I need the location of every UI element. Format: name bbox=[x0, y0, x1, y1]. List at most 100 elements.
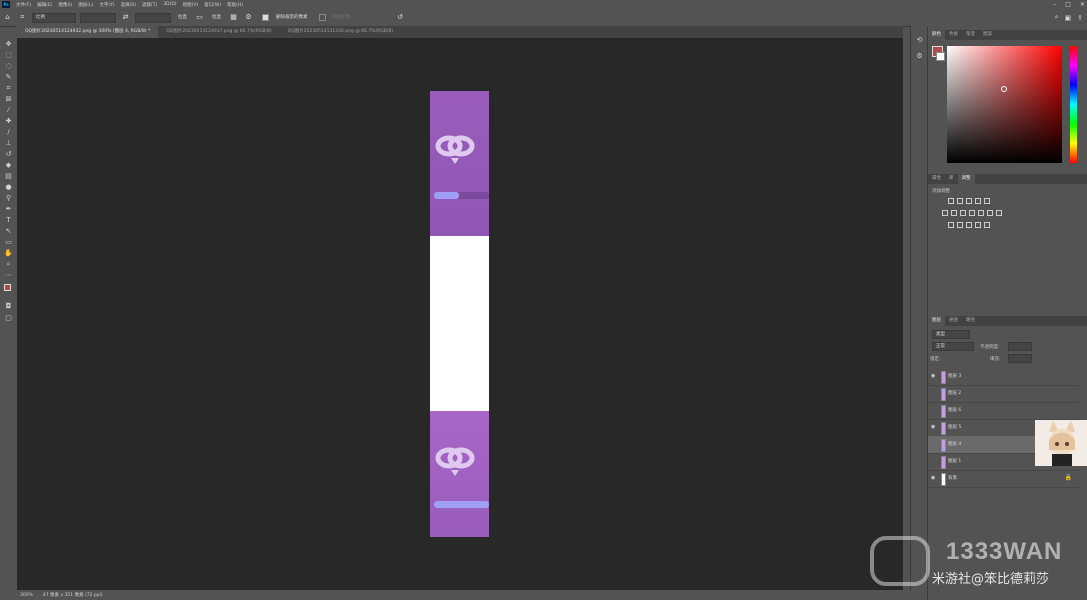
actions-panel-icon[interactable]: ⚙ bbox=[915, 52, 924, 61]
color-balance-icon[interactable] bbox=[951, 210, 957, 216]
menu-window[interactable]: 窗口(W) bbox=[201, 2, 224, 8]
path-select-tool-icon[interactable]: ↖ bbox=[4, 227, 13, 236]
type-tool-icon[interactable]: T bbox=[4, 216, 13, 225]
levels-icon[interactable] bbox=[957, 198, 963, 204]
document-canvas[interactable] bbox=[430, 91, 489, 537]
workspace-icon[interactable]: ▣ bbox=[1065, 14, 1072, 22]
clear-button[interactable]: 拉直 bbox=[175, 14, 190, 22]
tab-paths[interactable]: 路径 bbox=[962, 316, 979, 326]
maximize-icon[interactable]: □ bbox=[1065, 1, 1071, 8]
invert-icon[interactable] bbox=[996, 210, 1002, 216]
photo-filter-icon[interactable] bbox=[969, 210, 975, 216]
foreground-color-swatch[interactable] bbox=[4, 284, 11, 291]
exposure-icon[interactable] bbox=[975, 198, 981, 204]
history-brush-tool-icon[interactable]: ↺ bbox=[4, 150, 13, 159]
visibility-eye-icon[interactable]: ◉ bbox=[931, 424, 938, 430]
minimize-icon[interactable]: – bbox=[1053, 1, 1056, 8]
gear-icon[interactable]: ⚙ bbox=[244, 13, 253, 22]
visibility-eye-icon[interactable]: ◉ bbox=[931, 475, 938, 481]
quick-mask-icon[interactable]: ◘ bbox=[4, 302, 13, 311]
zoom-tool-icon[interactable]: ⌕ bbox=[4, 260, 13, 269]
hand-tool-icon[interactable]: ✋ bbox=[4, 249, 13, 258]
ratio-select[interactable]: 比例 bbox=[32, 12, 76, 23]
visibility-eye-icon[interactable]: ◉ bbox=[931, 373, 938, 379]
opacity-input[interactable] bbox=[1008, 342, 1032, 351]
tab-properties[interactable]: 属性 bbox=[928, 174, 945, 184]
tab-adjustments[interactable]: 调整 bbox=[957, 174, 975, 184]
blend-mode-select[interactable]: 正常 bbox=[932, 342, 974, 351]
tab-gradients[interactable]: 渐变 bbox=[962, 30, 979, 40]
shape-tool-icon[interactable]: ▭ bbox=[4, 238, 13, 247]
pen-tool-icon[interactable]: ✒ bbox=[4, 205, 13, 214]
quick-select-tool-icon[interactable]: ✎ bbox=[4, 73, 13, 82]
reset-icon[interactable]: ↺ bbox=[396, 13, 405, 22]
tab-libraries[interactable]: 库 bbox=[945, 174, 958, 184]
curves-icon[interactable] bbox=[966, 198, 972, 204]
close-icon[interactable]: ✕ bbox=[1080, 1, 1085, 8]
marquee-tool-icon[interactable]: ⬚ bbox=[4, 51, 13, 60]
tab-patterns[interactable]: 图案 bbox=[979, 30, 996, 40]
color-lookup-icon[interactable] bbox=[987, 210, 993, 216]
vibrance-icon[interactable] bbox=[984, 198, 990, 204]
tab-swatches[interactable]: 色板 bbox=[945, 30, 962, 40]
gradient-tool-icon[interactable]: ▤ bbox=[4, 172, 13, 181]
tab-color[interactable]: 颜色 bbox=[928, 30, 945, 40]
tab-document-3[interactable]: QQ图片20230514131336.png @ 66.7%(RGB/8) bbox=[279, 26, 402, 38]
width-input[interactable] bbox=[80, 12, 116, 23]
menu-view[interactable]: 视图(V) bbox=[180, 2, 202, 8]
zoom-level[interactable]: 300% bbox=[20, 593, 33, 598]
tab-document-1[interactable]: QQ图片20230514124932.png @ 300% (图层 4, RGB… bbox=[17, 26, 159, 38]
straighten-icon[interactable]: ▭ bbox=[195, 13, 204, 22]
posterize-icon[interactable] bbox=[948, 222, 954, 228]
canvas-area[interactable] bbox=[17, 38, 903, 590]
frame-tool-icon[interactable]: ⊠ bbox=[4, 95, 13, 104]
clone-stamp-tool-icon[interactable]: ⊥ bbox=[4, 139, 13, 148]
layer-row[interactable]: ◉ 背景 🔒 bbox=[928, 470, 1078, 488]
crop-tool-icon[interactable]: ⌗ bbox=[4, 84, 13, 93]
lasso-tool-icon[interactable]: ◌ bbox=[4, 62, 13, 71]
threshold-icon[interactable] bbox=[957, 222, 963, 228]
fill-input[interactable] bbox=[1008, 354, 1032, 363]
menu-layer[interactable]: 图层(L) bbox=[75, 2, 96, 8]
straighten-button[interactable]: 拉直 bbox=[209, 14, 224, 22]
share-icon[interactable]: ⇪ bbox=[1077, 14, 1083, 22]
dodge-tool-icon[interactable]: ⚲ bbox=[4, 194, 13, 203]
crop-tool-preset-icon[interactable]: ⌗ bbox=[18, 13, 27, 22]
channel-mixer-icon[interactable] bbox=[978, 210, 984, 216]
bg-color-chip[interactable] bbox=[936, 52, 945, 61]
color-field[interactable] bbox=[947, 46, 1062, 163]
selective-color-icon[interactable] bbox=[975, 222, 981, 228]
black-white-icon[interactable] bbox=[960, 210, 966, 216]
more-tools-icon[interactable]: ⋯ bbox=[4, 271, 13, 280]
layer-row[interactable]: 图层 6 bbox=[928, 402, 1078, 420]
hue-sat-icon[interactable] bbox=[942, 210, 948, 216]
tab-channels[interactable]: 通道 bbox=[945, 316, 962, 326]
menu-file[interactable]: 文件(F) bbox=[13, 2, 34, 8]
home-icon[interactable]: ⌂ bbox=[3, 13, 12, 22]
brightness-icon[interactable] bbox=[948, 198, 954, 204]
screen-mode-icon[interactable]: ▢ bbox=[4, 314, 13, 323]
layer-row[interactable]: ◉ 图层 3 bbox=[928, 368, 1078, 386]
grid-overlay-icon[interactable]: ▦ bbox=[229, 13, 238, 22]
menu-3d[interactable]: 3D(D) bbox=[160, 2, 179, 7]
solid-color-icon[interactable] bbox=[984, 222, 990, 228]
eraser-tool-icon[interactable]: ◆ bbox=[4, 161, 13, 170]
content-aware-checkbox[interactable] bbox=[318, 14, 326, 21]
menu-select[interactable]: 选择(S) bbox=[118, 2, 139, 8]
tab-layers[interactable]: 图层 bbox=[928, 316, 945, 326]
search-icon[interactable]: ⌕ bbox=[1055, 13, 1059, 22]
history-panel-icon[interactable]: ⟲ bbox=[915, 36, 924, 45]
menu-edit[interactable]: 编辑(E) bbox=[34, 2, 55, 8]
gradient-map-icon[interactable] bbox=[966, 222, 972, 228]
height-input[interactable] bbox=[135, 12, 171, 23]
eyedropper-tool-icon[interactable]: ⁄ bbox=[4, 106, 13, 115]
delete-cropped-checkbox[interactable] bbox=[262, 14, 269, 21]
menu-help[interactable]: 帮助(H) bbox=[224, 2, 246, 8]
swap-icon[interactable]: ⇄ bbox=[121, 13, 130, 22]
layer-kind-filter[interactable]: 类型 bbox=[932, 330, 970, 339]
healing-brush-tool-icon[interactable]: ✚ bbox=[4, 117, 13, 126]
hue-slider[interactable] bbox=[1070, 46, 1077, 163]
brush-tool-icon[interactable]: / bbox=[4, 128, 13, 137]
menu-filter[interactable]: 滤镜(T) bbox=[139, 2, 160, 8]
menu-image[interactable]: 图像(I) bbox=[55, 2, 75, 8]
